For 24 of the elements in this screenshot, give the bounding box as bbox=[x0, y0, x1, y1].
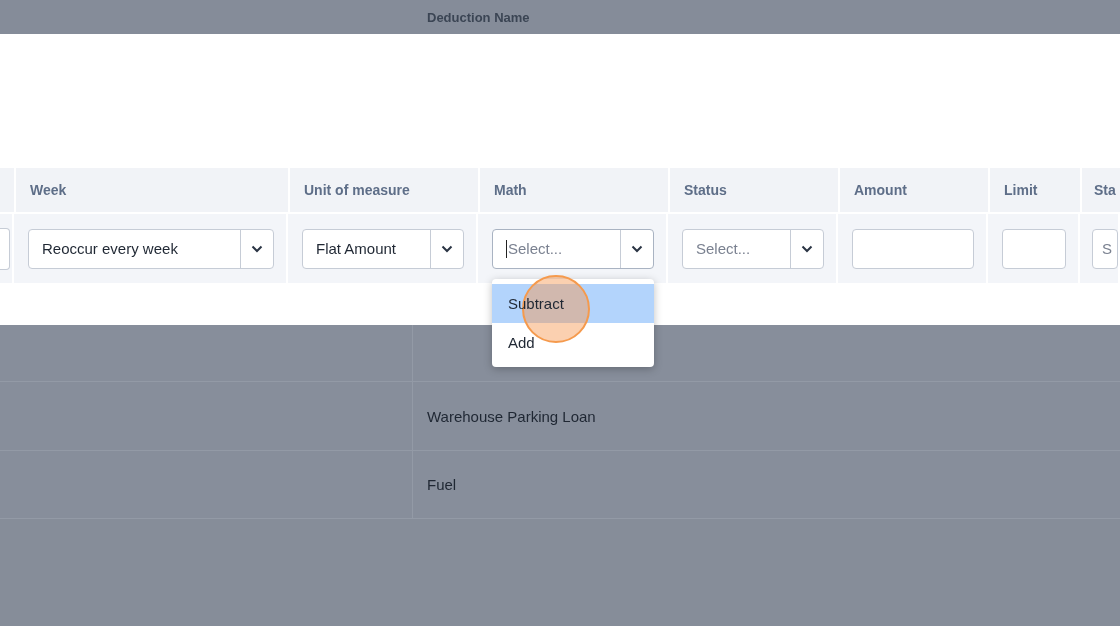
input-field[interactable] bbox=[852, 228, 974, 269]
column-header: Deduction Name bbox=[427, 9, 530, 25]
column-header: Week bbox=[16, 168, 290, 214]
chevron-down-icon[interactable] bbox=[801, 244, 813, 253]
column-header: Unit of measure bbox=[290, 168, 480, 214]
menu-option[interactable]: Add bbox=[492, 323, 654, 362]
chevron-down-icon[interactable] bbox=[441, 244, 453, 253]
column-header: Status bbox=[670, 168, 840, 214]
menu-option[interactable]: Subtract bbox=[492, 284, 654, 323]
column-header: Limit bbox=[990, 168, 1082, 214]
column-header: Amount bbox=[840, 168, 990, 214]
chevron-down-icon[interactable] bbox=[251, 244, 263, 253]
table-cell: Warehouse Parking Loan bbox=[427, 407, 596, 425]
select-field[interactable]: Select... bbox=[682, 228, 824, 269]
select-field[interactable]: Select... bbox=[492, 228, 654, 269]
chevron-down-icon[interactable] bbox=[631, 244, 643, 253]
select-field[interactable]: Flat Amount bbox=[302, 228, 464, 269]
column-header: Sta bbox=[1082, 168, 1120, 214]
column-header: Math bbox=[480, 168, 670, 214]
input-field[interactable] bbox=[1002, 228, 1066, 269]
input-field[interactable]: S bbox=[1092, 228, 1118, 269]
select-field[interactable]: Reoccur every week bbox=[28, 228, 274, 269]
input-field[interactable] bbox=[0, 227, 10, 270]
table-cell: Fuel bbox=[427, 476, 457, 493]
